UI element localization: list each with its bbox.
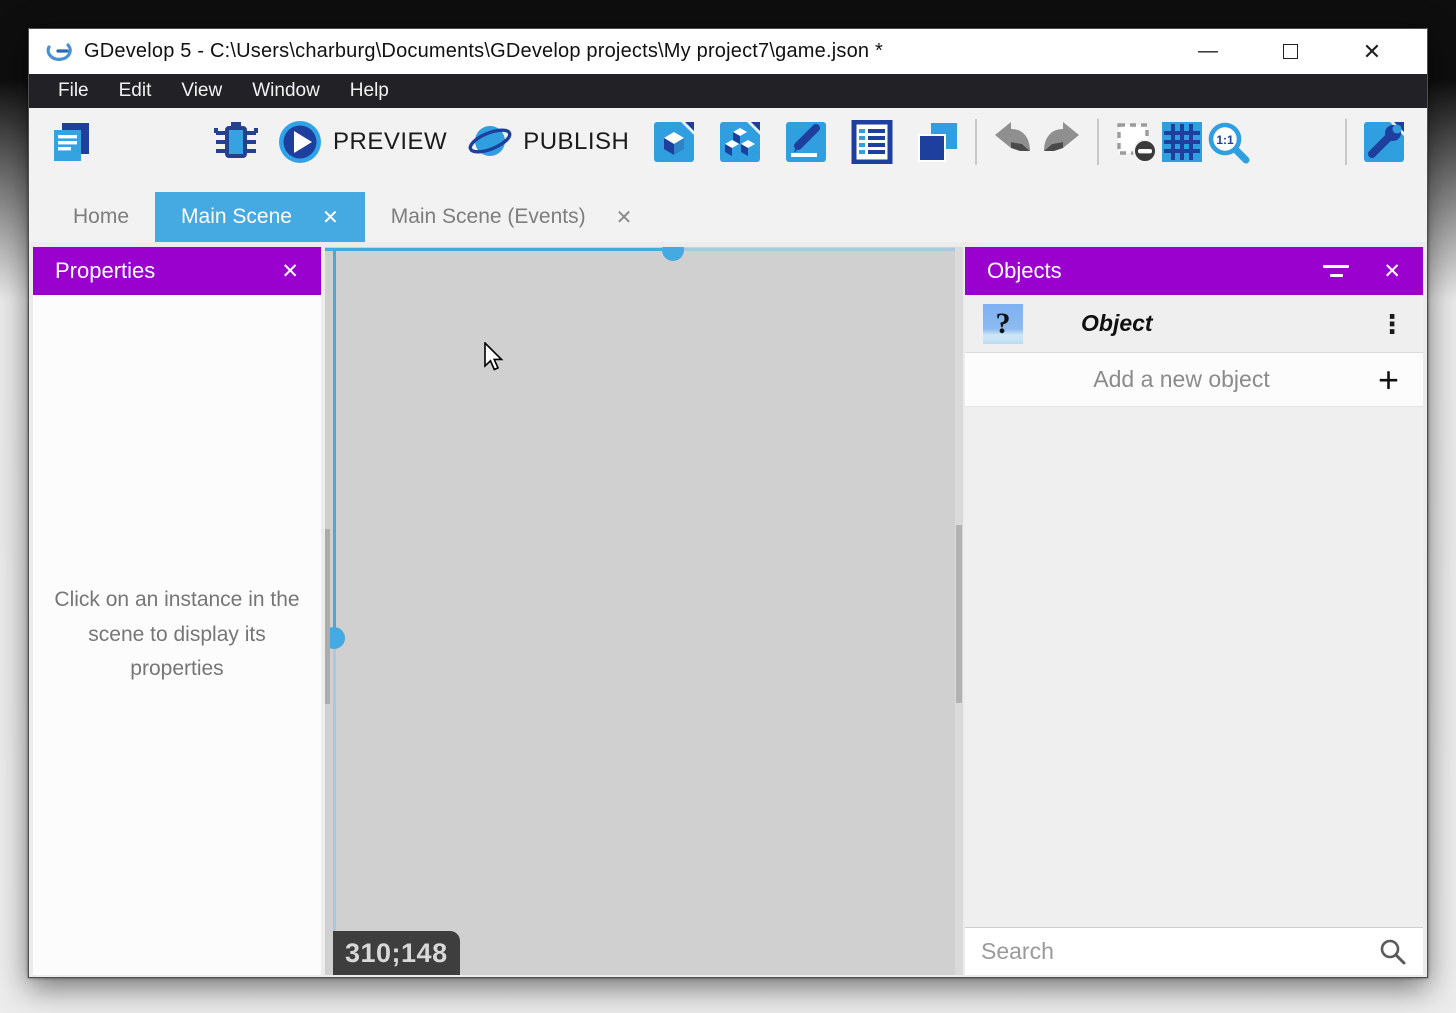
tab-label: Main Scene (Events)	[391, 205, 586, 229]
title-bar: GDevelop 5 - C:\Users\charburg\Documents…	[29, 29, 1427, 74]
toolbar-separator	[1097, 119, 1099, 165]
objects-panel: Objects ✕ ? Object ⋮ Add a new object +	[965, 247, 1423, 975]
menu-view[interactable]: View	[166, 74, 237, 108]
project-manager-icon[interactable]	[49, 119, 95, 165]
play-preview-icon[interactable]	[277, 119, 323, 165]
tab-close-icon[interactable]: ✕	[616, 205, 633, 230]
filter-icon[interactable]	[1323, 265, 1349, 277]
object-list-item[interactable]: ? Object ⋮	[965, 295, 1423, 353]
more-options-icon[interactable]: ⋮	[1379, 311, 1405, 337]
toggle-grid-icon[interactable]	[1159, 119, 1205, 165]
publish-globe-icon[interactable]	[467, 119, 513, 165]
close-button[interactable]: ✕	[1357, 37, 1387, 67]
open-layers-icon[interactable]	[915, 119, 961, 165]
search-icon[interactable]	[1379, 938, 1407, 966]
cursor-coordinates-badge: 310;148	[333, 931, 460, 975]
properties-panel-title: Properties	[55, 258, 155, 284]
open-events-icon[interactable]	[849, 119, 895, 165]
right-scrollbar-thumb[interactable]	[956, 525, 962, 703]
editor-content: Properties ✕ Click on an instance in the…	[29, 242, 1427, 977]
maximize-icon	[1283, 44, 1298, 59]
minimize-button[interactable]: —	[1193, 37, 1223, 67]
properties-panel-header: Properties ✕	[33, 247, 321, 295]
tab-label: Main Scene	[181, 205, 292, 229]
object-question-icon: ?	[983, 304, 1023, 344]
redo-icon[interactable]	[1037, 119, 1083, 165]
tab-home[interactable]: Home	[47, 192, 155, 242]
menu-file[interactable]: File	[43, 74, 104, 108]
window-title: GDevelop 5 - C:\Users\charburg\Documents…	[84, 40, 883, 63]
toolbar-separator	[1345, 119, 1347, 165]
add-object-label: Add a new object	[985, 366, 1378, 393]
menu-edit[interactable]: Edit	[104, 74, 167, 108]
gdevelop-logo-icon	[45, 38, 72, 65]
edit-scene-properties-icon[interactable]	[783, 119, 829, 165]
debug-icon[interactable]	[213, 119, 259, 165]
toolbar: PREVIEW PUBLISH	[29, 108, 1427, 176]
tab-bar: Home Main Scene ✕ Main Scene (Events) ✕	[29, 176, 1427, 242]
canvas-vertical-scrollbar[interactable]	[333, 248, 336, 975]
scene-canvas[interactable]: 310;148	[325, 247, 963, 975]
open-settings-icon[interactable]	[1361, 119, 1407, 165]
menu-bar: File Edit View Window Help	[29, 74, 1427, 108]
tab-label: Home	[73, 205, 129, 229]
mouse-cursor-icon	[483, 342, 509, 372]
properties-empty-message: Click on an instance in the scene to dis…	[51, 583, 303, 687]
zoom-ratio-label: 1:1	[1217, 133, 1235, 147]
object-list-empty-area[interactable]	[965, 407, 1423, 927]
properties-panel: Properties ✕ Click on an instance in the…	[33, 247, 321, 975]
left-scrollbar-thumb[interactable]	[325, 529, 330, 704]
tab-main-scene[interactable]: Main Scene ✕	[155, 192, 365, 242]
tab-main-scene-events[interactable]: Main Scene (Events) ✕	[365, 192, 659, 242]
publish-label[interactable]: PUBLISH	[523, 128, 629, 156]
menu-window[interactable]: Window	[237, 74, 335, 108]
close-icon[interactable]: ✕	[281, 259, 299, 284]
menu-help[interactable]: Help	[335, 74, 404, 108]
canvas-horizontal-scrollbar[interactable]	[325, 248, 963, 251]
tab-close-icon[interactable]: ✕	[322, 205, 339, 230]
toggle-mask-icon[interactable]	[1113, 119, 1159, 165]
properties-panel-body: Click on an instance in the scene to dis…	[33, 295, 321, 975]
toolbar-separator	[975, 119, 977, 165]
plus-icon[interactable]: +	[1378, 362, 1399, 398]
zoom-original-icon[interactable]: 1:1	[1205, 119, 1251, 165]
objects-panel-title: Objects	[987, 258, 1062, 284]
objects-panel-header: Objects ✕	[965, 247, 1423, 295]
edit-objects-icon[interactable]	[717, 119, 763, 165]
horizontal-scroll-handle[interactable]	[662, 247, 684, 261]
maximize-button[interactable]	[1275, 37, 1305, 67]
object-name: Object	[1081, 310, 1153, 337]
add-object-row[interactable]: Add a new object +	[965, 353, 1423, 407]
edit-scene-icon[interactable]	[651, 119, 697, 165]
close-icon[interactable]: ✕	[1383, 259, 1401, 284]
search-input[interactable]	[981, 938, 1379, 965]
preview-label[interactable]: PREVIEW	[333, 128, 447, 156]
undo-icon[interactable]	[991, 119, 1037, 165]
gdevelop-window: GDevelop 5 - C:\Users\charburg\Documents…	[28, 28, 1428, 978]
object-search-bar	[965, 927, 1423, 975]
